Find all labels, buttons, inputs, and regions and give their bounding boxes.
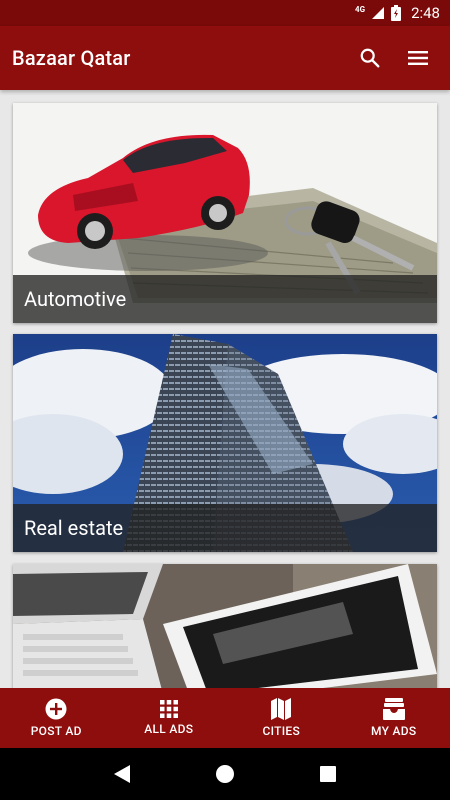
category-label: Real estate	[13, 504, 437, 552]
nav-all-ads[interactable]: ALL ADS	[113, 688, 226, 748]
recents-icon	[320, 766, 337, 782]
signal-icon	[372, 7, 385, 19]
app-title: Bazaar Qatar	[12, 46, 131, 70]
home-icon	[215, 765, 234, 783]
grid-icon	[159, 700, 178, 718]
search-button[interactable]	[350, 38, 390, 78]
category-list: Automotive Real estate	[0, 90, 450, 688]
category-card-real-estate[interactable]: Real estate	[13, 334, 437, 552]
nav-my-ads[interactable]: MY ADS	[338, 688, 450, 748]
category-label: Automotive	[13, 275, 437, 323]
back-button[interactable]	[102, 754, 142, 794]
clock: 2:48	[411, 4, 440, 22]
menu-icon	[408, 51, 428, 65]
category-card-electronics[interactable]	[13, 564, 437, 688]
map-icon	[271, 698, 292, 720]
network-type: 4G	[355, 5, 366, 14]
electronics-image	[13, 564, 437, 688]
app-bar: Bazaar Qatar	[0, 26, 450, 90]
battery-icon	[391, 5, 402, 21]
nav-label: CITIES	[262, 724, 301, 738]
nav-label: POST AD	[30, 724, 82, 738]
plus-circle-icon	[45, 698, 67, 720]
status-bar: 4G 2:48	[0, 0, 450, 26]
nav-label: ALL ADS	[144, 722, 194, 736]
inbox-icon	[382, 698, 405, 720]
menu-button[interactable]	[398, 38, 438, 78]
back-icon	[113, 765, 130, 783]
search-icon	[360, 48, 380, 68]
nav-cities[interactable]: CITIES	[225, 688, 338, 748]
home-button[interactable]	[205, 754, 245, 794]
nav-label: MY ADS	[371, 724, 417, 738]
recents-button[interactable]	[308, 754, 348, 794]
nav-post-ad[interactable]: POST AD	[0, 688, 113, 748]
system-navigation-bar	[0, 748, 450, 800]
category-card-automotive[interactable]: Automotive	[13, 103, 437, 323]
bottom-navigation: POST AD ALL ADS CITIES MY ADS	[0, 688, 450, 748]
